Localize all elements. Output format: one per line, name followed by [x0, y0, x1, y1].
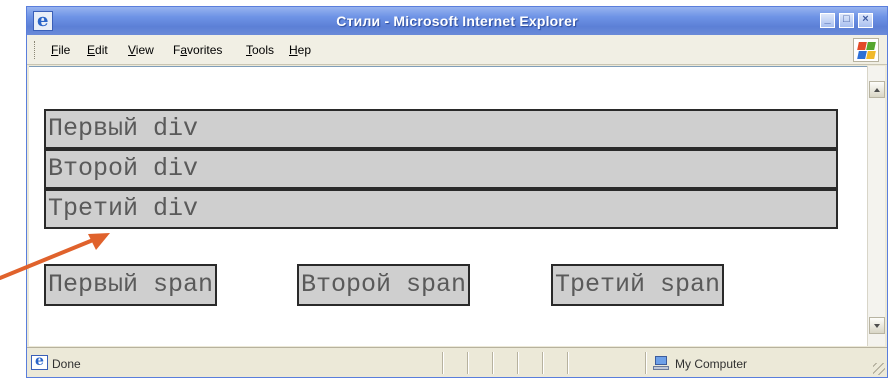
- vertical-scrollbar[interactable]: [867, 66, 885, 346]
- status-divider: [567, 352, 568, 374]
- menu-tools[interactable]: Tools: [246, 43, 274, 57]
- maximize-button[interactable]: □: [839, 13, 854, 28]
- minimize-button[interactable]: _: [820, 13, 835, 28]
- arrow-up-icon: [874, 88, 880, 92]
- menu-file[interactable]: File: [51, 43, 70, 57]
- my-computer-icon: [653, 355, 669, 371]
- windows-flag-icon: [853, 38, 879, 62]
- title-bar[interactable]: Стили - Microsoft Internet Explorer _ □ …: [27, 7, 887, 35]
- menu-favorites[interactable]: Favorites: [173, 43, 222, 57]
- page-content: Первый div Второй div Третий div Первый …: [29, 66, 867, 346]
- second-div: Второй div: [44, 149, 838, 189]
- browser-window: Стили - Microsoft Internet Explorer _ □ …: [26, 6, 888, 378]
- minimize-icon: _: [824, 13, 831, 25]
- status-divider: [442, 352, 443, 374]
- scroll-down-button[interactable]: [869, 317, 885, 334]
- toolbar-grip[interactable]: [34, 41, 37, 59]
- third-span: Третий span: [551, 264, 725, 306]
- status-divider: [645, 352, 646, 374]
- menu-view[interactable]: View: [128, 43, 154, 57]
- status-divider: [492, 352, 493, 374]
- first-div: Первый div: [44, 109, 838, 149]
- status-bar: Done My Computer: [27, 347, 887, 377]
- status-divider: [467, 352, 468, 374]
- menu-edit[interactable]: Edit: [87, 43, 108, 57]
- menu-bar: File Edit View Favorites Tools Hep: [27, 35, 887, 65]
- arrow-icon: [0, 233, 110, 280]
- ie-page-icon: [31, 353, 48, 370]
- close-icon: ×: [862, 13, 869, 25]
- window-title: Стили - Microsoft Internet Explorer: [336, 13, 578, 29]
- status-divider: [517, 352, 518, 374]
- arrow-down-icon: [874, 324, 880, 328]
- resize-grip[interactable]: [873, 363, 885, 375]
- status-divider: [542, 352, 543, 374]
- menu-help[interactable]: Hep: [289, 43, 311, 57]
- maximize-icon: □: [843, 13, 850, 25]
- zone-text: My Computer: [675, 357, 748, 371]
- close-button[interactable]: ×: [858, 13, 873, 28]
- arrow-shaft: [0, 236, 100, 280]
- third-div: Третий div: [44, 189, 838, 229]
- second-span: Второй span: [297, 264, 471, 306]
- status-text: Done: [52, 357, 81, 371]
- scroll-up-button[interactable]: [869, 81, 885, 98]
